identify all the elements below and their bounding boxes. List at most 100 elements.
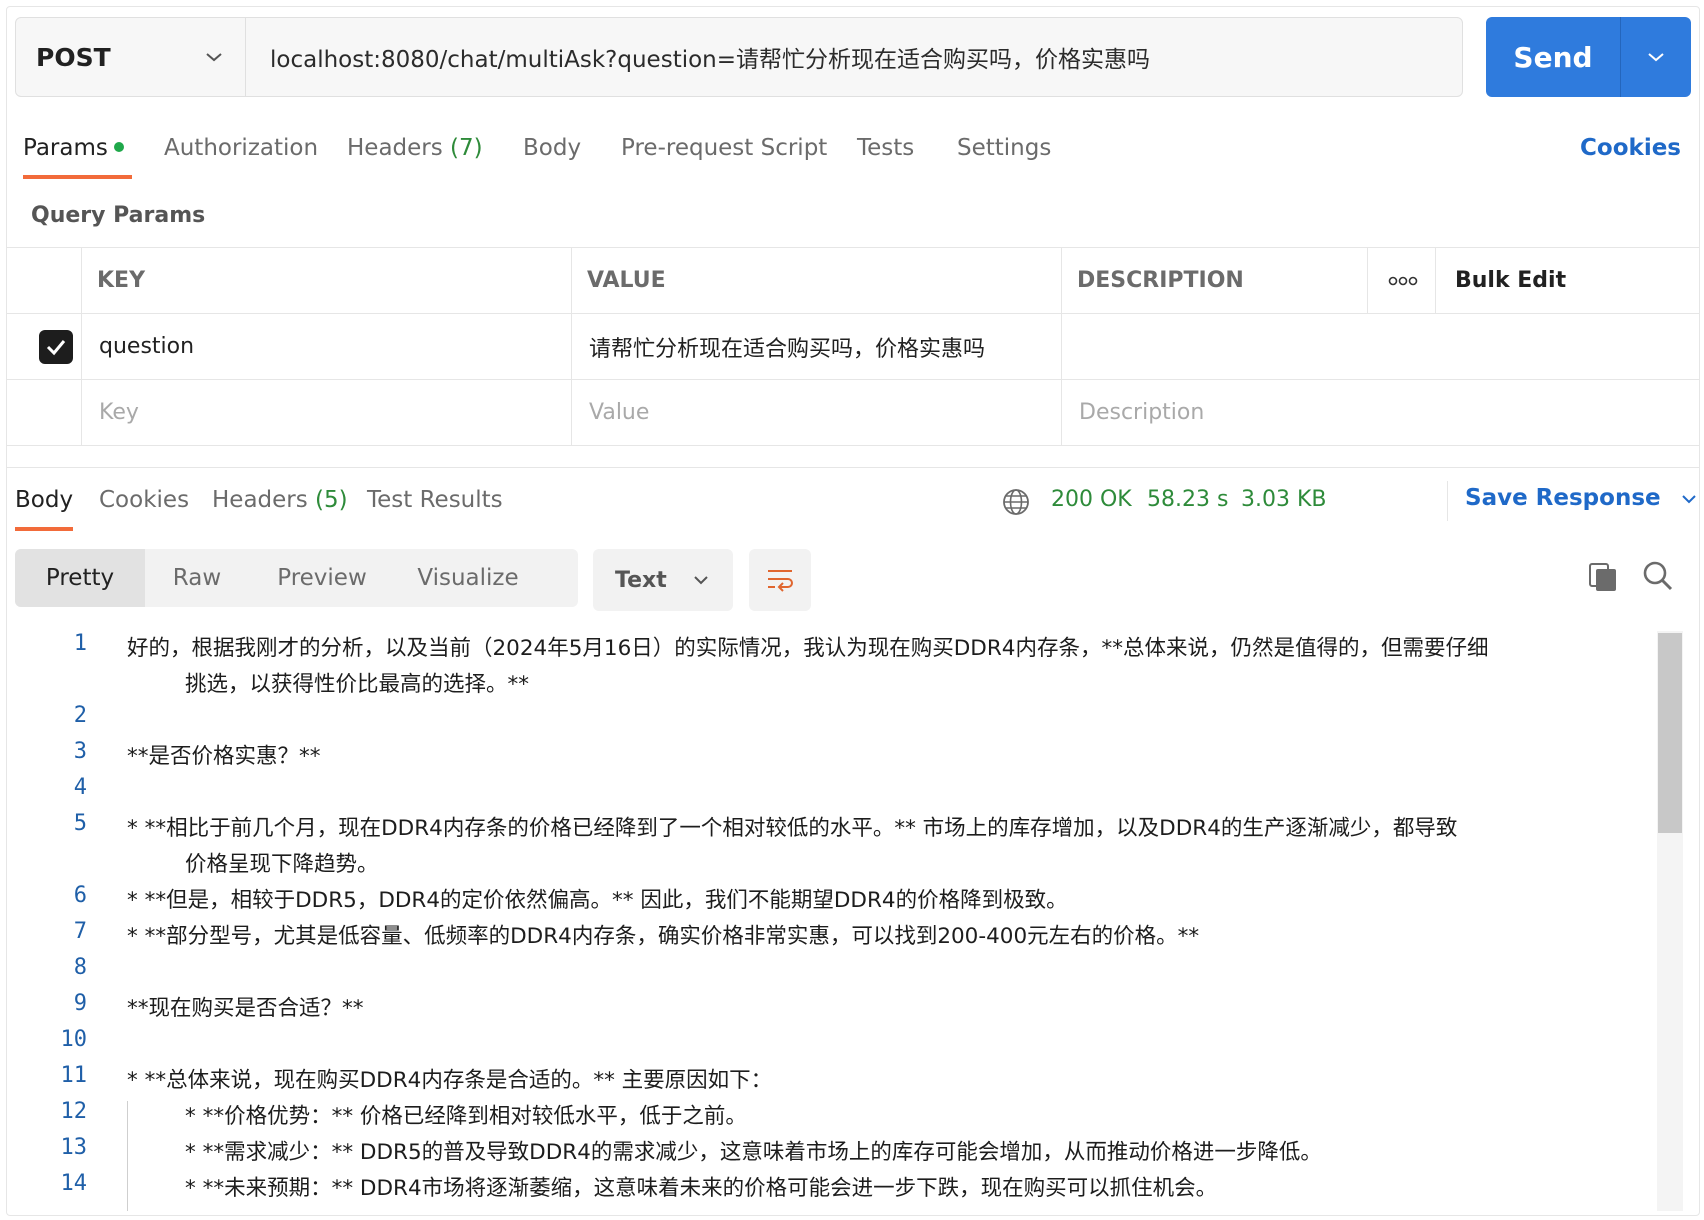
more-options-icon[interactable] xyxy=(1385,248,1421,313)
line-number: 4 xyxy=(73,775,87,800)
view-mode-segmented-control: Pretty Raw Preview Visualize xyxy=(15,549,578,607)
line-number: 6 xyxy=(73,883,87,908)
chevron-down-icon xyxy=(694,576,708,585)
checkmark-icon xyxy=(39,329,73,364)
code-line: **是否价格实惠？** xyxy=(127,744,321,769)
column-header-description: DESCRIPTION xyxy=(1077,268,1244,293)
code-line: * **总体来说，现在购买DDR4内存条是合适的。** 主要原因如下： xyxy=(127,1068,773,1093)
send-button-group: Send xyxy=(1486,17,1691,97)
response-tab-body[interactable]: Body xyxy=(15,487,73,513)
url-input[interactable]: localhost:8080/chat/multiAsk?question=请帮… xyxy=(246,18,1462,96)
wrap-icon xyxy=(768,570,793,592)
code-line: * **部分型号，尤其是低容量、低频率的DDR4内存条，确实价格非常实惠，可以找… xyxy=(127,924,1200,949)
code-line-wrap: 挑选，以获得性价比最高的选择。** xyxy=(185,672,530,697)
method-select[interactable]: POST xyxy=(16,18,246,96)
scrollbar-thumb[interactable] xyxy=(1658,633,1682,833)
param-checkbox[interactable] xyxy=(39,314,73,379)
code-line: * **需求减少：** DDR5的普及导致DDR4的需求减少，这意味着市场上的库… xyxy=(185,1140,1322,1165)
request-bar: POST localhost:8080/chat/multiAsk?questi… xyxy=(15,17,1463,97)
new-value-input[interactable]: Value xyxy=(589,380,649,445)
wrap-lines-button[interactable] xyxy=(749,549,811,611)
cookies-link[interactable]: Cookies xyxy=(1580,135,1681,161)
chevron-down-icon xyxy=(206,53,222,62)
active-response-tab-indicator xyxy=(15,527,73,531)
response-tab-headers[interactable]: Headers (5) xyxy=(212,487,348,513)
table-row: question 请帮忙分析现在适合购买吗，价格实惠吗 xyxy=(7,313,1699,379)
view-raw[interactable]: Raw xyxy=(145,549,249,607)
response-size[interactable]: 3.03 KB xyxy=(1241,487,1327,512)
param-description-cell[interactable] xyxy=(1079,314,1679,379)
response-tabs: Body Cookies Headers (5) Test Results 20… xyxy=(7,477,1699,533)
table-header-row: KEY VALUE DESCRIPTION Bulk Edit xyxy=(7,247,1699,313)
code-line: **现在购买是否合适？** xyxy=(127,996,364,1021)
response-body-editor[interactable]: 1 好的，根据我刚才的分析，以及当前（2024年5月16日）的实际情况，我认为现… xyxy=(7,631,1699,1211)
globe-icon[interactable] xyxy=(1001,487,1031,517)
column-header-key: KEY xyxy=(97,268,146,293)
divider xyxy=(1447,481,1448,521)
format-select[interactable]: Text xyxy=(593,549,733,611)
tab-params[interactable]: Params xyxy=(23,135,124,161)
code-line: * **相比于前几个月，现在DDR4内存条的价格已经降到了一个相对较低的水平。*… xyxy=(127,816,1458,841)
view-visualize[interactable]: Visualize xyxy=(395,549,541,607)
line-number: 9 xyxy=(73,991,87,1016)
query-params-title: Query Params xyxy=(31,203,206,228)
column-header-value: VALUE xyxy=(587,268,666,293)
tab-params-label: Params xyxy=(23,135,108,161)
save-response-label: Save Response xyxy=(1465,485,1661,511)
response-time[interactable]: 58.23 s xyxy=(1147,487,1228,512)
headers-count: (7) xyxy=(450,135,483,161)
line-number: 14 xyxy=(60,1171,88,1196)
line-number: 12 xyxy=(60,1099,88,1124)
code-line: 好的，根据我刚才的分析，以及当前（2024年5月16日）的实际情况，我认为现在购… xyxy=(127,636,1489,661)
bulk-edit-button[interactable]: Bulk Edit xyxy=(1455,248,1566,313)
view-preview[interactable]: Preview xyxy=(249,549,395,607)
line-number: 8 xyxy=(73,955,87,980)
params-active-dot xyxy=(113,141,124,152)
response-tab-headers-label: Headers xyxy=(212,487,308,513)
format-select-label: Text xyxy=(615,567,667,593)
send-button[interactable]: Send xyxy=(1486,17,1620,97)
active-tab-indicator xyxy=(23,175,132,179)
table-row-empty: Key Value Description xyxy=(7,379,1699,446)
tab-headers-label: Headers xyxy=(347,135,443,161)
code-line: * **未来预期：** DDR4市场将逐渐萎缩，这意味着未来的价格可能会进一步下… xyxy=(185,1176,1218,1201)
view-pretty[interactable]: Pretty xyxy=(15,549,145,607)
tab-body[interactable]: Body xyxy=(523,135,581,161)
response-tab-cookies[interactable]: Cookies xyxy=(99,487,189,513)
code-line-wrap: 价格呈现下降趋势。 xyxy=(185,852,379,877)
method-label: POST xyxy=(36,42,111,72)
param-key-cell[interactable]: question xyxy=(99,314,194,379)
postman-window: POST localhost:8080/chat/multiAsk?questi… xyxy=(6,6,1700,1216)
response-tab-test-results[interactable]: Test Results xyxy=(367,487,503,513)
search-icon[interactable] xyxy=(1641,559,1675,593)
line-number: 11 xyxy=(60,1063,88,1088)
tab-authorization[interactable]: Authorization xyxy=(164,135,318,161)
chevron-down-icon xyxy=(1681,494,1696,503)
tab-tests[interactable]: Tests xyxy=(857,135,914,161)
tab-headers[interactable]: Headers (7) xyxy=(347,135,483,161)
url-text: localhost:8080/chat/multiAsk?question=请帮… xyxy=(270,47,1151,73)
line-number: 5 xyxy=(73,811,87,836)
line-number: 2 xyxy=(73,703,87,728)
save-response-button[interactable]: Save Response xyxy=(1465,485,1697,511)
line-number: 7 xyxy=(73,919,87,944)
line-number: 1 xyxy=(73,631,87,656)
tab-settings[interactable]: Settings xyxy=(957,135,1051,161)
divider xyxy=(7,467,1699,468)
code-line: * **但是，相较于DDR5，DDR4的定价依然偏高。** 因此，我们不能期望D… xyxy=(127,888,1068,913)
chevron-down-icon xyxy=(1648,53,1664,62)
param-value-cell[interactable]: 请帮忙分析现在适合购买吗，价格实惠吗 xyxy=(589,314,985,379)
send-options-button[interactable] xyxy=(1620,17,1691,97)
new-description-input[interactable]: Description xyxy=(1079,380,1204,445)
code-line: * **价格优势：** 价格已经降到相对较低水平，低于之前。 xyxy=(185,1104,747,1129)
response-headers-count: (5) xyxy=(315,487,348,513)
line-number: 3 xyxy=(73,739,87,764)
line-number: 13 xyxy=(60,1135,88,1160)
tab-pre-request-script[interactable]: Pre-request Script xyxy=(621,135,827,161)
query-params-table: KEY VALUE DESCRIPTION Bulk Edit question… xyxy=(7,247,1699,446)
request-tabs: Params Authorization Headers (7) Body Pr… xyxy=(7,119,1699,179)
line-number: 10 xyxy=(60,1027,88,1052)
copy-icon[interactable] xyxy=(1587,561,1619,593)
new-key-input[interactable]: Key xyxy=(99,380,139,445)
status-code[interactable]: 200 OK xyxy=(1051,487,1132,512)
